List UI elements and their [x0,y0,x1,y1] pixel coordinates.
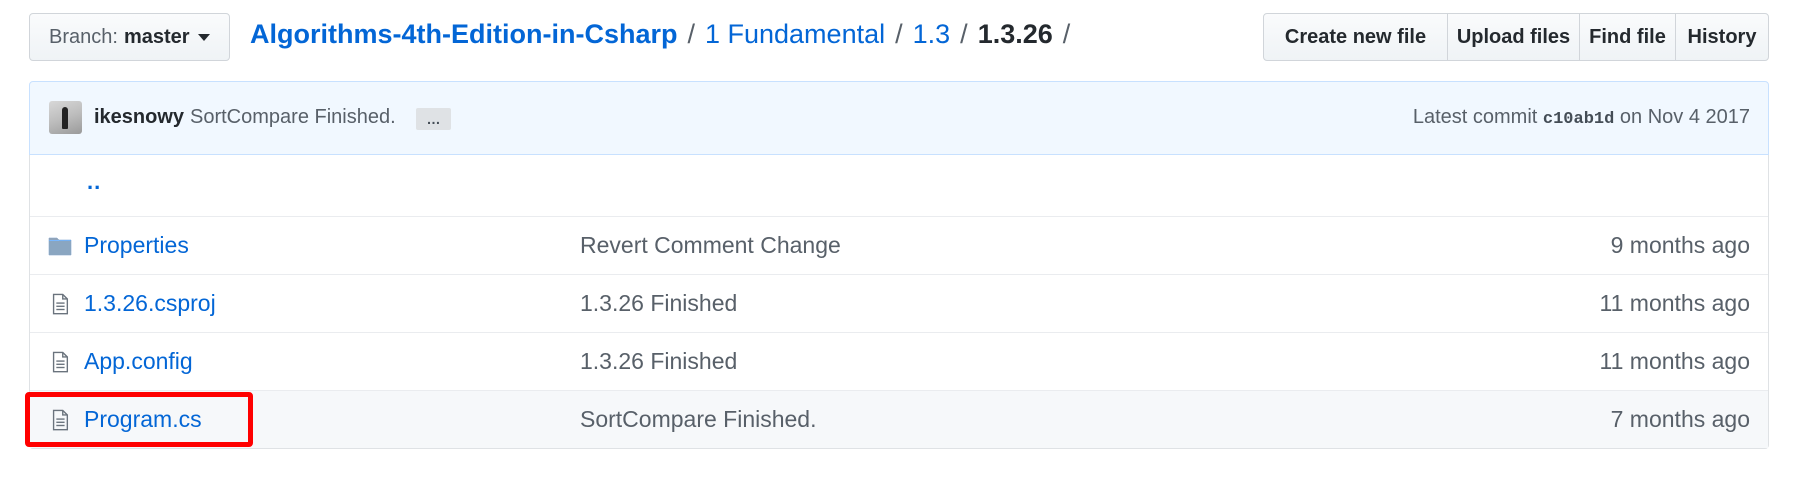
table-row: App.config 1.3.26 Finished 11 months ago [30,332,1768,390]
commit-sha-link[interactable]: c10ab1d [1543,110,1614,129]
breadcrumb-repo-link[interactable]: Algorithms-4th-Edition-in-Csharp [250,19,677,50]
branch-prefix: Branch: [49,25,118,48]
file-link-program-cs[interactable]: Program.cs [84,406,202,433]
repo-topbar: Branch: master Algorithms-4th-Edition-in… [29,13,1769,63]
breadcrumb-link-1-3[interactable]: 1.3 [913,19,951,50]
branch-name: master [123,25,190,48]
commit-message-link[interactable]: SortCompare Finished. [190,106,396,129]
file-age: 11 months ago [1599,348,1750,374]
breadcrumb-current: 1.3.26 [977,19,1053,49]
create-new-file-button[interactable]: Create new file [1263,13,1448,61]
file-age: 7 months ago [1610,406,1750,432]
file-link-app-config[interactable]: App.config [84,348,193,375]
folder-icon [48,237,72,256]
parent-directory-link[interactable]: .. [87,169,101,195]
history-button[interactable]: History [1675,13,1769,61]
breadcrumb: Algorithms-4th-Edition-in-Csharp / 1 Fun… [250,19,1080,50]
breadcrumb-separator: / [960,19,968,49]
branch-selector-button[interactable]: Branch: master [29,13,230,61]
file-commit-message[interactable]: SortCompare Finished. [580,406,817,433]
caret-down-icon [197,33,210,41]
expand-commit-message-button[interactable]: … [416,108,451,130]
file-commit-message[interactable]: 1.3.26 Finished [580,290,737,317]
commit-author-link[interactable]: ikesnowy [94,106,184,129]
file-age: 9 months ago [1610,232,1750,258]
file-icon [52,409,69,431]
latest-commit-bar: ikesnowy SortCompare Finished. … Latest … [29,81,1769,155]
upload-files-button[interactable]: Upload files [1447,13,1580,61]
breadcrumb-separator: / [1062,19,1071,49]
avatar[interactable] [49,101,82,134]
avatar-figure [62,107,68,129]
file-icon [52,293,69,315]
file-list-table: .. Properties Revert Comment Change 9 mo… [29,155,1769,449]
file-link-csproj[interactable]: 1.3.26.csproj [84,290,216,317]
latest-commit-info: Latest commit c10ab1d on Nov 4 2017 [1413,106,1750,129]
file-actions-group: Create new file Upload files Find file H… [1263,13,1769,61]
latest-commit-label: Latest commit [1412,106,1538,128]
table-row: Program.cs SortCompare Finished. 7 month… [30,390,1768,448]
table-row-parent: .. [30,155,1768,216]
find-file-button[interactable]: Find file [1579,13,1676,61]
file-age: 11 months ago [1599,290,1750,316]
file-commit-message[interactable]: Revert Comment Change [580,232,841,259]
table-row: 1.3.26.csproj 1.3.26 Finished 11 months … [30,274,1768,332]
breadcrumb-separator: / [895,19,903,49]
commit-date: on Nov 4 2017 [1619,106,1750,128]
breadcrumb-link-fundamental[interactable]: 1 Fundamental [705,19,885,50]
file-commit-message[interactable]: 1.3.26 Finished [580,348,737,375]
table-row: Properties Revert Comment Change 9 month… [30,216,1768,274]
file-link-properties[interactable]: Properties [84,232,189,259]
file-icon [52,351,69,373]
breadcrumb-separator: / [687,19,695,49]
